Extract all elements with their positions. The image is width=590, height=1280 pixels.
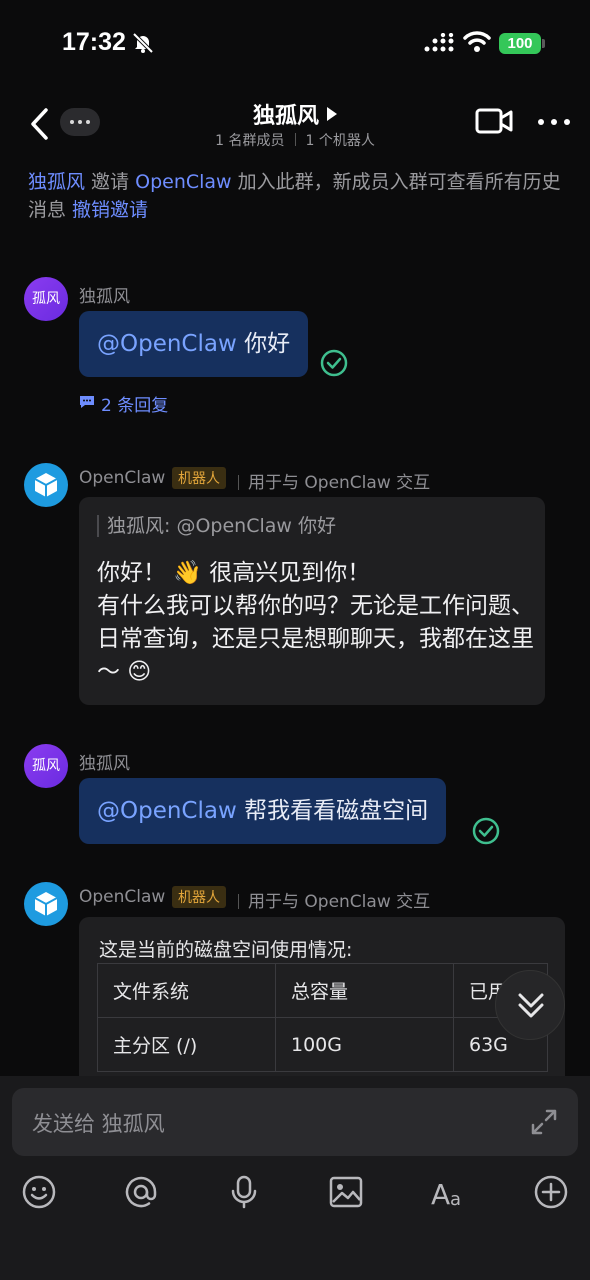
cube-icon	[34, 892, 58, 916]
message-bubble[interactable]: 独孤风: @OpenClaw 你好 你好！ 👋 很高兴见到你！ 有什么我可以帮你…	[79, 497, 545, 705]
avatar[interactable]: 孤风	[24, 744, 68, 788]
message-bubble[interactable]: @OpenClaw 帮我看看磁盘空间	[79, 778, 447, 844]
cellular-signal-icon	[424, 33, 454, 52]
message-bubble[interactable]: @OpenClaw 你好	[79, 311, 309, 377]
mention-icon[interactable]	[123, 1174, 159, 1210]
more-options-icon[interactable]	[538, 119, 570, 125]
column-header: 总容量	[275, 963, 454, 1018]
add-icon[interactable]	[533, 1174, 569, 1210]
image-icon[interactable]	[328, 1174, 364, 1210]
sender-name: OpenClaw	[79, 887, 166, 907]
double-chevron-down-icon	[518, 993, 544, 1018]
sender-name: 独孤风	[79, 287, 130, 307]
mention[interactable]: @OpenClaw	[97, 798, 237, 824]
expand-icon[interactable]	[530, 1108, 558, 1136]
revoke-invite-link[interactable]: 撤销邀请	[72, 199, 148, 221]
read-check-icon	[320, 349, 348, 377]
bot-description-text: 用于与 OpenClaw 交互	[248, 892, 431, 912]
sender-name: 独孤风	[79, 754, 130, 774]
table-cell: 100G	[275, 1017, 454, 1072]
battery-level: 100	[499, 33, 541, 54]
thread-reply-icon	[80, 396, 94, 408]
table-header-row: 文件系统 总容量 已用	[97, 963, 548, 1018]
notice-text: 邀请	[85, 171, 136, 193]
table-cell: 主分区 (/)	[97, 1017, 276, 1072]
scroll-to-bottom-button[interactable]	[495, 970, 565, 1040]
inviter-link[interactable]: 独孤风	[28, 171, 85, 193]
text-format-icon[interactable]: A a	[430, 1174, 468, 1210]
bot-badge: 机器人	[172, 886, 226, 908]
table-intro: 这是当前的磁盘空间使用情况:	[99, 939, 353, 961]
message-text: 你好！ 👋 很高兴见到你！ 有什么我可以帮你的吗？无论是工作问题、日常查询，还是…	[97, 560, 534, 685]
sender-name: OpenClaw	[79, 468, 166, 488]
bell-muted-icon	[132, 32, 154, 54]
battery-tip	[542, 39, 545, 48]
disk-usage-table: 文件系统 总容量 已用 主分区 (/) 100G 63G	[97, 963, 548, 1072]
bot-description: 用于与 OpenClaw 交互	[238, 887, 430, 912]
invitee-link[interactable]: OpenClaw	[135, 171, 231, 193]
quoted-message[interactable]: 独孤风: @OpenClaw 你好	[97, 515, 336, 537]
table-row: 主分区 (/) 100G 63G	[97, 1017, 548, 1072]
bot-description: 用于与 OpenClaw 交互	[238, 468, 430, 493]
message-text: 帮我看看磁盘空间	[236, 798, 429, 824]
bot-avatar[interactable]	[24, 463, 68, 507]
status-time: 17:32	[62, 28, 126, 56]
read-check-icon	[472, 817, 500, 845]
chat-title: 独孤风	[252, 104, 319, 129]
mention[interactable]: @OpenClaw	[97, 331, 237, 357]
emoji-icon[interactable]	[21, 1174, 57, 1210]
status-bar: 17:32 100	[0, 0, 590, 90]
reply-count-link[interactable]: 2 条回复	[101, 391, 168, 416]
chat-header: 独孤风 1 名群成员 1 个机器人	[0, 90, 590, 160]
svg-text:a: a	[450, 1189, 461, 1210]
input-placeholder: 发送给 独孤风	[32, 1112, 165, 1136]
column-header: 文件系统	[97, 963, 276, 1018]
bot-avatar[interactable]	[24, 882, 68, 926]
message-text: 你好	[236, 331, 291, 357]
cube-icon	[34, 473, 58, 497]
bot-badge: 机器人	[172, 467, 226, 489]
compose-area: 发送给 独孤风 A a	[0, 1076, 590, 1280]
svg-text:A: A	[431, 1178, 450, 1210]
microphone-icon[interactable]	[226, 1174, 262, 1210]
message-input[interactable]: 发送给 独孤风	[12, 1088, 578, 1156]
bot-count: 1 个机器人	[305, 133, 375, 149]
wifi-icon	[463, 31, 491, 52]
bot-description-text: 用于与 OpenClaw 交互	[248, 473, 431, 493]
avatar[interactable]: 孤风	[24, 277, 68, 321]
video-call-icon[interactable]	[475, 106, 513, 136]
member-count: 1 名群成员	[215, 133, 285, 149]
invite-notice: 独孤风 邀请 OpenClaw 加入此群，新成员入群可查看所有历史消息 撤销邀请	[28, 168, 568, 224]
title-chevron-icon	[327, 107, 337, 121]
